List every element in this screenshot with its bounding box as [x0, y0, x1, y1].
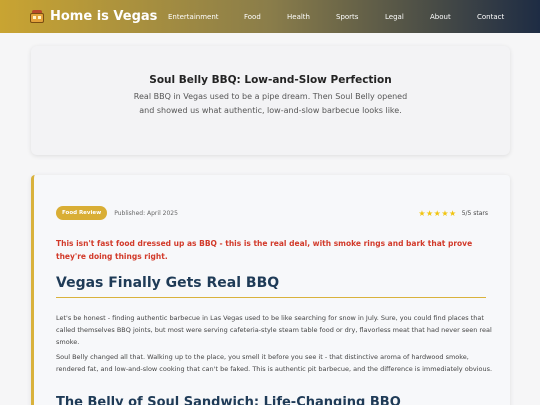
- hero-title: Soul Belly BBQ: Low-and-Slow Perfection: [149, 74, 392, 86]
- article-intro: This isn't fast food dressed up as BBQ -…: [56, 239, 473, 261]
- rating-text: 5/5 stars: [461, 210, 488, 217]
- published-date: Published: April 2025: [114, 209, 178, 217]
- star-rating: ★★★★★ 5/5 stars: [418, 209, 488, 218]
- article-meta: Food Review Published: April 2025: [56, 206, 178, 220]
- nav-link-entertainment[interactable]: Entertainment: [168, 13, 219, 21]
- nav-link-legal[interactable]: Legal: [385, 13, 404, 21]
- nav-link-health[interactable]: Health: [287, 13, 310, 21]
- article-card: Food Review Published: April 2025 ★★★★★ …: [31, 175, 510, 405]
- top-navbar: Home is Vegas Entertainment Food Health …: [0, 0, 540, 33]
- brand-logo[interactable]: Home is Vegas: [30, 9, 157, 24]
- nav-link-food[interactable]: Food: [244, 13, 261, 21]
- casino-building-icon: [30, 10, 44, 23]
- hero-subtitle: Real BBQ in Vegas used to be a pipe drea…: [133, 92, 408, 115]
- hero-panel: Soul Belly BBQ: Low-and-Slow Perfection …: [31, 46, 510, 155]
- article-heading: Vegas Finally Gets Real BBQ: [56, 275, 486, 298]
- article-paragraph-2: Soul Belly changed all that. Walking up …: [56, 353, 493, 373]
- brand-name: Home is Vegas: [50, 9, 158, 24]
- category-badge[interactable]: Food Review: [56, 206, 108, 220]
- nav-link-about[interactable]: About: [430, 13, 451, 21]
- stars-icon: ★★★★★: [418, 209, 457, 218]
- nav-link-contact[interactable]: Contact: [477, 13, 504, 21]
- article-subheading: The Belly of Soul Sandwich: Life-Changin…: [56, 395, 401, 405]
- nav-link-sports[interactable]: Sports: [336, 13, 358, 21]
- article-paragraph-1: Let's be honest - finding authentic barb…: [56, 314, 492, 346]
